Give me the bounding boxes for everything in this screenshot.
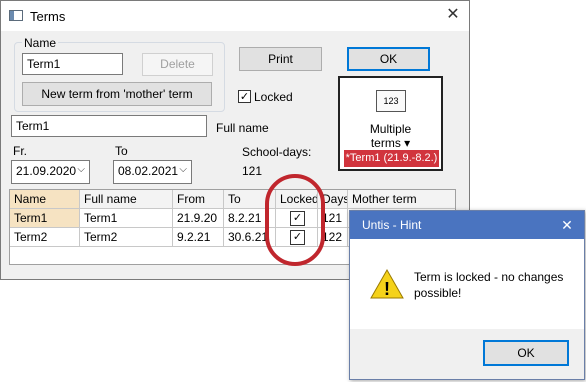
- name-group-label: Name: [22, 36, 59, 50]
- multiple-terms-label: Multiple: [369, 122, 412, 136]
- to-date-value: 08.02.2021: [118, 164, 179, 178]
- hint-titlebar[interactable]: Untis - Hint ✕: [350, 211, 584, 239]
- new-term-from-mother-button[interactable]: New term from 'mother' term: [22, 82, 212, 106]
- warning-icon: !: [370, 269, 404, 299]
- table-row-name[interactable]: Term2: [10, 228, 80, 247]
- from-date-select[interactable]: 21.09.2020 ⌵: [11, 160, 90, 184]
- terms-titlebar[interactable]: Terms ✕: [1, 1, 469, 31]
- from-label: Fr.: [13, 144, 27, 158]
- hint-dialog: Untis - Hint ✕ ! Term is locked - no cha…: [349, 210, 585, 380]
- table-row-full-name[interactable]: Term2: [80, 228, 173, 247]
- grid-header-full-name[interactable]: Full name: [80, 190, 173, 209]
- full-name-label: Full name: [216, 121, 269, 135]
- print-button[interactable]: Print: [239, 47, 322, 71]
- grid-header-name[interactable]: Name: [10, 190, 80, 209]
- full-name-input[interactable]: Term1: [11, 115, 207, 137]
- to-date-select[interactable]: 08.02.2021 ⌵: [113, 160, 192, 184]
- school-days-label: School-days:: [242, 145, 312, 159]
- table-row-name[interactable]: Term1: [10, 209, 80, 228]
- from-date-value: 21.09.2020: [16, 164, 77, 178]
- grid-header-from[interactable]: From: [173, 190, 224, 209]
- chevron-down-icon: ⌵: [179, 164, 187, 175]
- chevron-down-icon: ⌵: [77, 164, 85, 175]
- selected-term-badge[interactable]: *Term1 (21.9.-8.2.): [344, 150, 439, 167]
- school-days-value: 121: [242, 164, 263, 178]
- highlight-ring: [265, 174, 325, 266]
- grid-header-mother-term[interactable]: Mother term: [348, 190, 455, 209]
- warning-glyph: !: [384, 279, 390, 299]
- window-title: Terms: [30, 9, 66, 24]
- hint-title: Untis - Hint: [362, 218, 422, 232]
- multiple-terms-label-2: terms ▾: [370, 136, 411, 150]
- close-icon[interactable]: ✕: [556, 214, 578, 236]
- hint-ok-button[interactable]: OK: [483, 340, 569, 366]
- ok-button[interactable]: OK: [347, 47, 430, 71]
- name-input[interactable]: Term1: [22, 53, 123, 75]
- table-row-full-name[interactable]: Term1: [80, 209, 173, 228]
- close-icon[interactable]: ✕: [441, 4, 465, 26]
- window-icon: [9, 10, 23, 21]
- calendar-icon: 123: [376, 90, 406, 112]
- delete-button[interactable]: Delete: [142, 53, 213, 76]
- hint-message: Term is locked - no changes possible!: [414, 270, 564, 300]
- locked-label: Locked: [254, 90, 293, 104]
- table-row-from[interactable]: 9.2.21: [173, 228, 224, 247]
- locked-checkbox[interactable]: ✓: [238, 90, 251, 103]
- to-label: To: [115, 144, 128, 158]
- table-row-from[interactable]: 21.9.20: [173, 209, 224, 228]
